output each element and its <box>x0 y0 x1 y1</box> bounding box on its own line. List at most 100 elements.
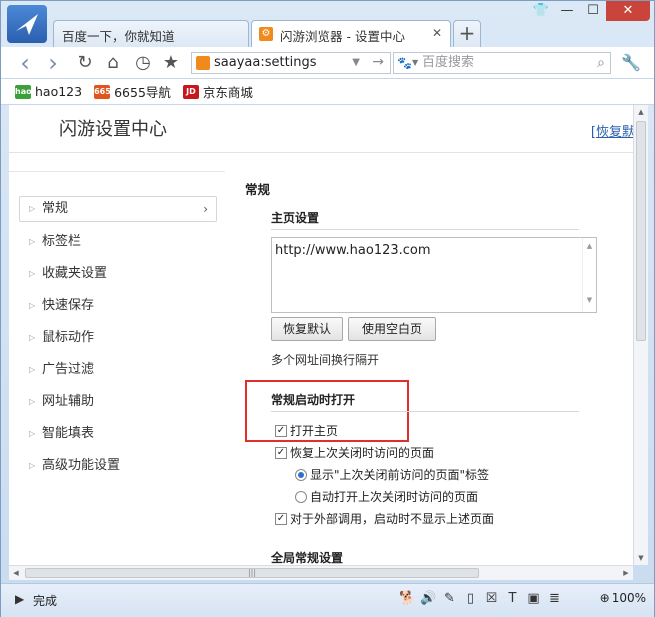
radio-selected[interactable] <box>295 468 307 481</box>
sidebar-item-label: 常规 <box>42 201 69 216</box>
6655-icon: 6655 <box>94 84 116 99</box>
play-icon[interactable]: ▶ <box>15 592 24 606</box>
settings-main: 常规 主页设置 http://www.hao123.com ▲ ▼ 恢复默认 使用… <box>245 171 633 565</box>
home-icon[interactable]: ⌂ <box>103 53 123 73</box>
wrench-icon[interactable]: 🔧 <box>621 53 641 73</box>
star-icon[interactable]: ★ <box>161 53 181 73</box>
checkbox-checked[interactable]: ✓ <box>275 512 287 525</box>
browser-logo-icon[interactable] <box>7 5 47 43</box>
divider <box>271 411 579 412</box>
bookmark-jd[interactable]: JD 京东商城 <box>182 82 253 101</box>
triangle-right-icon: ▷ <box>29 461 36 470</box>
triangle-right-icon: ▷ <box>29 269 36 278</box>
search-input[interactable]: 🐾 ▼ 百度搜索 ⌕ <box>393 52 611 74</box>
sidebar-item-autofill[interactable]: ▷ 智能填表 <box>9 418 225 450</box>
chevron-right-icon: › <box>203 202 208 216</box>
address-bar[interactable]: saayaa:settings ▼ → <box>191 52 391 74</box>
horizontal-scrollbar[interactable]: ◀ ||| ▶ <box>9 565 633 580</box>
forward-icon[interactable]: › <box>43 51 63 75</box>
section-title: 常规 <box>245 182 271 197</box>
scroll-thumb[interactable]: ||| <box>25 568 479 578</box>
layers-icon[interactable]: ≣ <box>546 590 563 607</box>
scroll-right-icon[interactable]: ▶ <box>619 566 633 580</box>
bookmark-hao123[interactable]: hao hao123 <box>15 84 82 99</box>
tab-label: 百度一下，你就知道 <box>62 29 175 44</box>
bookmark-label: 6655导航 <box>114 85 171 100</box>
sidebar-item-label: 快速保存 <box>42 298 95 313</box>
tab-settings[interactable]: ⚙ 闪游浏览器 - 设置中心 ✕ <box>251 20 451 47</box>
baidu-paw-icon[interactable]: 🐾 <box>397 56 413 70</box>
dog-icon[interactable]: 🐕 <box>399 590 416 607</box>
site-icon <box>196 56 210 70</box>
bookmark-label: 京东商城 <box>202 85 253 100</box>
checkbox-checked[interactable]: ✓ <box>275 424 287 437</box>
sidebar-item-label: 高级功能设置 <box>42 458 121 473</box>
triangle-right-icon: ▷ <box>29 237 36 246</box>
speaker-icon[interactable]: 🔊 <box>420 590 437 607</box>
sidebar-item-tabbar[interactable]: ▷ 标签栏 <box>9 226 225 258</box>
edit-icon[interactable]: ✎ <box>441 590 458 607</box>
zoom-control[interactable]: ⊕ 100% <box>600 591 646 605</box>
go-arrow-icon[interactable]: → <box>372 52 384 72</box>
option-label: 对于外部调用，启动时不显示上述页面 <box>290 512 495 526</box>
homepage-hint: 多个网址间换行隔开 <box>271 353 380 367</box>
textarea-scrollbar[interactable]: ▲ ▼ <box>582 238 596 312</box>
skin-icon[interactable]: 👕 <box>528 1 554 21</box>
sidebar-item-favorites[interactable]: ▷ 收藏夹设置 <box>9 258 225 290</box>
reload-icon[interactable]: ↻ <box>75 53 95 73</box>
status-text: 完成 <box>33 594 58 608</box>
external-call-option[interactable]: ✓ 对于外部调用，启动时不显示上述页面 <box>275 510 494 527</box>
option-label: 显示"上次关闭前访问的页面"标签 <box>310 468 490 482</box>
triangle-right-icon: ▷ <box>29 301 36 310</box>
scroll-down-icon[interactable]: ▼ <box>634 551 648 565</box>
sidebar-item-general[interactable]: ▷ 常规 › <box>19 196 217 222</box>
settings-page: 闪游设置中心 [恢复默 ▷ 常规 › ▷ 标签栏 ▷ 收藏夹设置 ▷ 快速保存 <box>9 105 633 565</box>
divider <box>271 229 579 230</box>
minimize-button[interactable]: — <box>554 1 580 21</box>
show-tab-radio[interactable]: 显示"上次关闭前访问的页面"标签 <box>295 466 489 483</box>
search-icon[interactable]: ⌕ <box>597 53 605 73</box>
chevron-down-icon[interactable]: ▼ <box>352 53 360 73</box>
option-label: 自动打开上次关闭时访问的页面 <box>310 490 479 504</box>
restore-last-option[interactable]: ✓ 恢复上次关闭时访问的页面 <box>275 444 434 461</box>
scroll-left-icon[interactable]: ◀ <box>9 566 23 580</box>
image-icon[interactable]: ▣ <box>525 590 542 607</box>
close-box-icon[interactable]: ☒ <box>483 590 500 607</box>
radio-unselected[interactable] <box>295 490 307 503</box>
close-button[interactable]: ✕ <box>606 1 650 21</box>
sidebar-item-url-assist[interactable]: ▷ 网址辅助 <box>9 386 225 418</box>
browser-window: 百度一下，你就知道 ⚙ 闪游浏览器 - 设置中心 ✕ + 👕 — ☐ ✕ ‹ ›… <box>0 0 655 617</box>
text-icon[interactable]: T <box>504 590 521 607</box>
new-tab-button[interactable]: + <box>453 20 481 47</box>
restore-default-button[interactable]: 恢复默认 <box>271 317 343 341</box>
history-icon[interactable]: ◷ <box>133 53 153 73</box>
homepage-url-field[interactable]: http://www.hao123.com ▲ ▼ <box>271 237 597 313</box>
sidebar-item-advanced[interactable]: ▷ 高级功能设置 <box>9 450 225 482</box>
sidebar-item-adblock[interactable]: ▷ 广告过滤 <box>9 354 225 386</box>
sidebar-item-mouse-gestures[interactable]: ▷ 鼠标动作 <box>9 322 225 354</box>
gear-icon: ⚙ <box>259 27 273 41</box>
scroll-thumb[interactable] <box>636 121 646 341</box>
zoom-in-icon[interactable]: ⊕ <box>600 591 610 605</box>
nav-toolbar: ‹ › ↻ ⌂ ◷ ★ saayaa:settings ▼ → 🐾 ▼ 百度搜索… <box>1 47 654 79</box>
sidebar-item-quicksave[interactable]: ▷ 快速保存 <box>9 290 225 322</box>
open-homepage-option[interactable]: ✓ 打开主页 <box>275 422 338 439</box>
page-title: 闪游设置中心 <box>59 119 167 140</box>
homepage-url-text: http://www.hao123.com <box>275 243 431 258</box>
tab-baidu[interactable]: 百度一下，你就知道 <box>53 20 249 47</box>
option-label: 打开主页 <box>290 424 339 438</box>
bookmark-6655[interactable]: 6655 6655导航 <box>94 82 171 101</box>
checkbox-checked[interactable]: ✓ <box>275 446 287 459</box>
page-icon[interactable]: ▯ <box>462 590 479 607</box>
auto-open-radio[interactable]: 自动打开上次关闭时访问的页面 <box>295 488 478 505</box>
sidebar-item-label: 网址辅助 <box>42 394 95 409</box>
blank-page-button[interactable]: 使用空白页 <box>348 317 436 341</box>
tab-close-icon[interactable]: ✕ <box>432 26 442 40</box>
search-placeholder: 百度搜索 <box>422 55 475 70</box>
engine-dropdown-icon[interactable]: ▼ <box>412 53 418 73</box>
scroll-up-icon[interactable]: ▲ <box>634 105 648 119</box>
maximize-button[interactable]: ☐ <box>580 1 606 21</box>
restore-defaults-link[interactable]: [恢复默 <box>591 121 633 140</box>
back-icon[interactable]: ‹ <box>15 51 35 75</box>
vertical-scrollbar[interactable]: ▲ ▼ <box>633 105 648 565</box>
